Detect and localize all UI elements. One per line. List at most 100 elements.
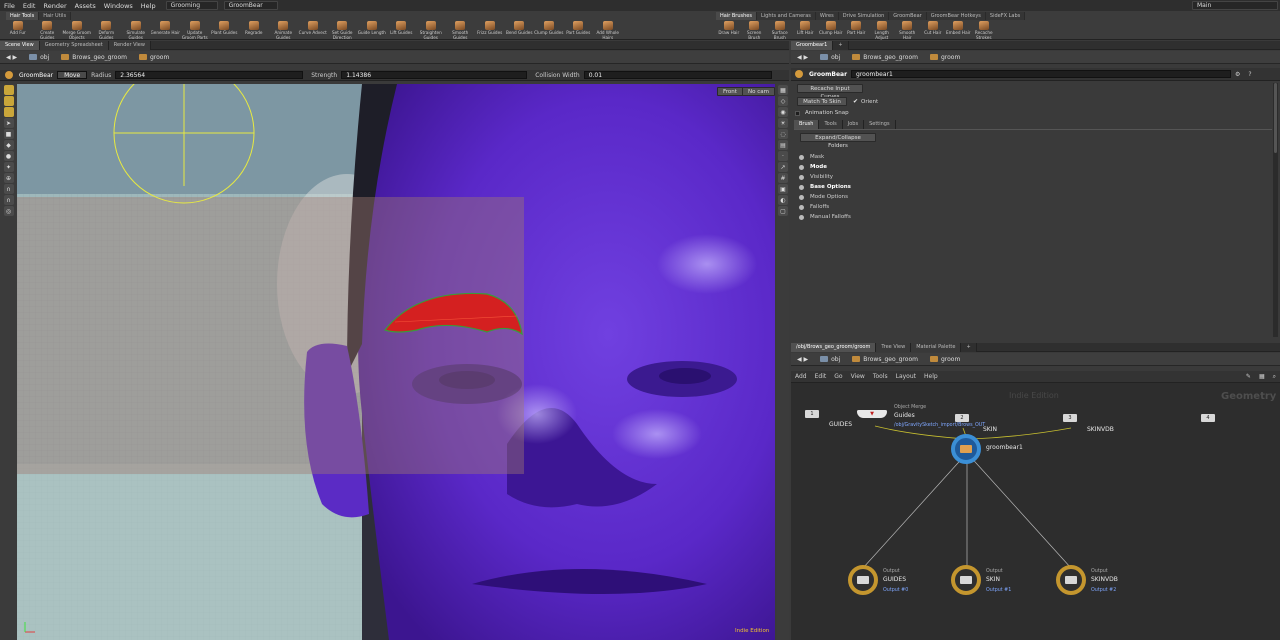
camera-icon[interactable]: ◎ [3,206,14,216]
pointer-icon[interactable]: ➤ [3,118,14,128]
tab-network[interactable]: /obj/Brows_geo_groom/groom [791,342,877,352]
collision-field[interactable]: 0.01 [583,71,772,79]
grid-icon[interactable]: ▤ [778,140,788,150]
strength-field[interactable]: 1.14386 [341,71,528,79]
shelf-tool-bend-guides[interactable]: Bend Guides [505,21,535,40]
subtab-tools[interactable]: Tools [819,120,843,129]
ghost-icon[interactable]: ◌ [778,129,788,139]
normals-icon[interactable]: ↗ [778,162,788,172]
net-menu-help[interactable]: Help [920,373,942,380]
animation-snap-checkbox[interactable] [795,110,800,116]
shelf-tool-lift-hair[interactable]: Lift Hair [793,21,819,40]
shelf-tool-deform-guides[interactable]: Deform Guides [92,21,122,40]
shelf-tool-add-whole-hairs[interactable]: Add Whole Hairs [593,21,623,40]
shelf-tool-generate-hair[interactable]: Generate Hair [151,21,180,40]
node-output-0[interactable] [848,565,878,595]
wireframe-icon[interactable]: ◇ [778,96,788,106]
net-menu-add[interactable]: Add [791,373,811,380]
node-object-merge[interactable]: ▼ [857,410,887,418]
shelf-tool-clump-guides[interactable]: Clump Guides [534,21,564,40]
menu-assets[interactable]: Assets [71,2,100,10]
handle-icon[interactable]: ◆ [3,140,14,150]
shelf-tool-simulate-guides[interactable]: Simulate Guides [121,21,151,40]
menu-help[interactable]: Help [137,2,160,10]
shelf-tool-merge-groom-objects[interactable]: Merge Groom Objects [62,21,92,40]
back-arrow-icon[interactable]: ◀ ▶ [791,54,814,61]
pose-icon[interactable]: ✦ [3,162,14,172]
subtab-brush[interactable]: Brush [794,120,820,129]
folder-manual-falloffs[interactable]: Manual Falloffs [794,212,1272,222]
mode-menu[interactable]: Move [57,71,88,79]
snapshot-icon[interactable]: ▢ [778,206,788,216]
shelf-tool-smooth-hair[interactable]: Smooth Hair [895,21,921,40]
select-icon[interactable] [3,85,14,95]
shelf-tool-add-fur[interactable]: Add Fur [3,21,33,40]
net-menu-layout[interactable]: Layout [892,373,920,380]
shelf-tool-straighten-guides[interactable]: Straighten Guides [416,21,446,40]
shelf-tab[interactable]: Hair Tools [6,12,40,20]
tab-tree-view[interactable]: Tree View [876,342,912,352]
recache-input-curves-button[interactable]: Recache Input Curves [797,84,863,100]
lighting-icon[interactable]: ☀ [778,118,788,128]
folder-base-options[interactable]: Base Options [794,182,1272,192]
snap-icon[interactable]: ⊕ [3,173,14,183]
back-arrow-icon[interactable]: ◀ ▶ [0,54,23,61]
shelf-tool-clump-hair[interactable]: Clump Hair [818,21,844,40]
shelf-tool-curve-advect[interactable]: Curve Advect [298,21,328,40]
shelf-tool-screen-brush[interactable]: Screen Brush [742,21,768,40]
shading-icon[interactable]: ◉ [778,107,788,117]
folder-visibility[interactable]: Visibility [794,172,1272,182]
path-sop[interactable]: groom [924,356,966,363]
net-menu-tools[interactable]: Tools [869,373,892,380]
param-scrollbar[interactable] [1273,83,1278,337]
folder-mode[interactable]: Mode [794,162,1272,172]
brush-icon[interactable] [3,96,14,106]
grid-snap-icon[interactable]: ▦ [1255,373,1269,380]
add-tab-icon[interactable]: + [961,342,977,352]
subtab-settings[interactable]: Settings [864,120,896,129]
magnet-grid-icon[interactable]: ∩ [3,195,14,205]
path-root[interactable]: obj [23,54,55,61]
network-editor[interactable]: Indie Edition Geometry 1 GUIDES ▼ Object… [791,383,1280,640]
shelf-tool-guide-length[interactable]: Guide Length [357,21,387,40]
back-arrow-icon[interactable]: ◀ ▶ [791,356,814,363]
point-display-icon[interactable]: · [778,151,788,161]
camera-front-menu[interactable]: Front [717,87,743,96]
shelf-tool-smooth-guides[interactable]: Smooth Guides [446,21,476,40]
path-root[interactable]: obj [814,356,846,363]
view-icon[interactable]: ● [3,151,14,161]
shelf-tool-part-hair[interactable]: Part Hair [844,21,870,40]
shelf-tool-lift-guides[interactable]: Lift Guides [387,21,417,40]
template-icon[interactable]: ▣ [778,184,788,194]
object-dropdown[interactable]: GroomBear [223,1,278,10]
shelf-tool-update-groom-parts[interactable]: Update Groom Parts [180,21,210,40]
path-object[interactable]: Brows_geo_groom [55,54,133,61]
paint-icon[interactable] [3,107,14,117]
shelf-tool-cut-hair[interactable]: Cut Hair [920,21,946,40]
menu-render[interactable]: Render [39,2,70,10]
shelf-tab[interactable]: Drive Simulation [838,12,890,20]
shelf-tab[interactable]: GroomBear [889,12,927,20]
shelf-tool-regrade[interactable]: Regrade [239,21,269,40]
shelf-tool-set-guide-direction[interactable]: Set Guide Direction [328,21,358,40]
net-menu-view[interactable]: View [847,373,869,380]
magnet-icon[interactable]: ∩ [3,184,14,194]
folder-mask[interactable]: Mask [794,152,1272,162]
orient-checkbox[interactable]: ✔ [853,98,858,105]
radius-field[interactable]: 2.36564 [115,71,304,79]
node-output-2[interactable] [1056,565,1086,595]
node-name-field[interactable]: groombear1 [851,70,1232,78]
shelf-tab[interactable]: Hair Brushes [716,12,757,20]
shelf-tool-animate-guides[interactable]: Animate Guides [269,21,299,40]
shelf-tool-recache-strokes[interactable]: Recache Strokes [971,21,997,40]
tab-groombear-params[interactable]: Groombear1 [791,40,834,50]
tab-render-view[interactable]: Render View [108,40,151,50]
menu-edit[interactable]: Edit [19,2,40,10]
net-menu-go[interactable]: Go [830,373,846,380]
path-sop[interactable]: groom [133,54,175,61]
path-object[interactable]: Brows_geo_groom [846,356,924,363]
shelf-tab[interactable]: Wires [815,12,839,20]
node-null-2[interactable]: 2 [955,414,969,422]
node-null-1[interactable]: 1 [805,410,819,418]
shelf-tool-frizz-guides[interactable]: Frizz Guides [475,21,505,40]
